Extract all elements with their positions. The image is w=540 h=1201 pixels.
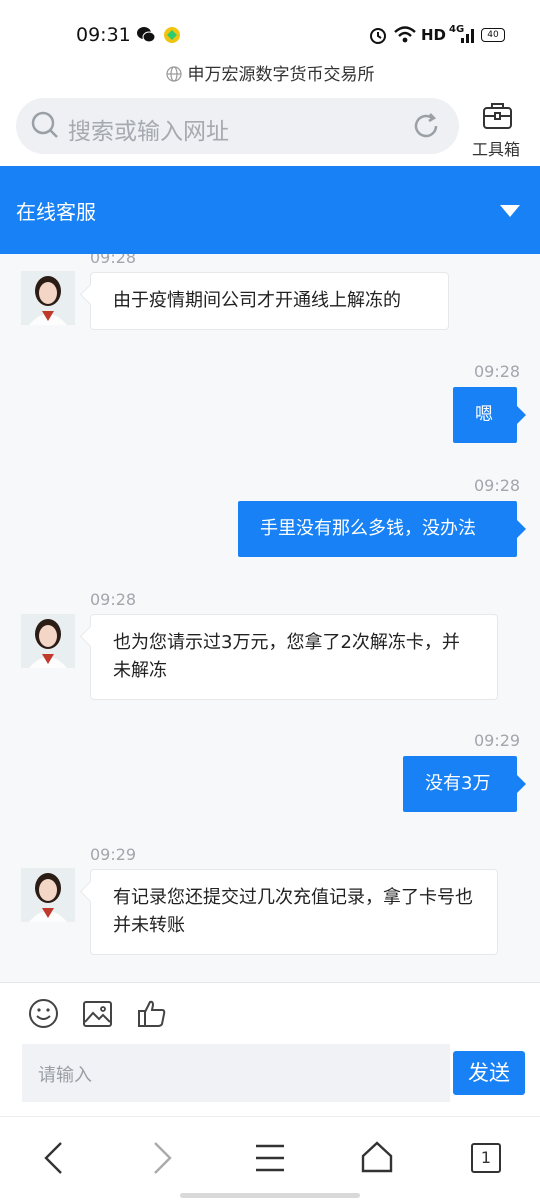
site-title: 申万宏源数字货币交易所 [0,62,540,88]
agent-avatar-icon [21,868,75,922]
agent-avatar-icon [21,614,75,668]
message-text: 嗯 [475,404,493,425]
refresh-icon[interactable] [410,110,442,142]
network-label: HD [421,26,447,44]
chat-area[interactable]: 09:28 由于疫情期间公司才开通线上解冻的 09:28 嗯 09:28 手里没… [0,254,540,982]
message-bubble-incoming: 由于疫情期间公司才开通线上解冻的 [90,272,449,330]
message-bubble-incoming: 有记录您还提交过几次充值记录，拿了卡号也并未转账 [90,869,498,955]
alarm-icon [370,28,386,44]
search-placeholder: 搜索或输入网址 [68,119,229,145]
toolbox-label[interactable]: 工具箱 [472,136,520,160]
emoji-icon[interactable] [28,998,59,1029]
agent-avatar [21,614,75,668]
thumbs-up-icon[interactable] [136,998,167,1029]
toolbox-icon[interactable] [481,99,514,132]
message-bubble-incoming: 也为您请示过3万元，您拿了2次解冻卡，并未解冻 [90,614,498,700]
wechat-icon [137,27,156,43]
battery-level: 40 [487,30,499,40]
tabs-button[interactable]: 1 [471,1143,501,1173]
message-text: 也为您请示过3万元，您拿了2次解冻卡，并未解冻 [113,632,460,681]
message-time: 09:28 [474,362,521,381]
message-bubble-outgoing: 没有3万 [403,756,526,812]
send-button[interactable]: 发送 [453,1051,525,1095]
wifi-icon [394,26,416,43]
message-text: 有记录您还提交过几次充值记录，拿了卡号也并未转账 [113,887,473,936]
message-bubble-outgoing: 手里没有那么多钱，没办法 [238,501,526,557]
collapse-arrow-icon[interactable] [499,204,521,218]
home-indicator [180,1193,360,1198]
menu-icon[interactable] [254,1142,286,1174]
message-time: 09:28 [474,476,521,495]
app-badge-icon [164,27,180,43]
globe-icon [165,66,182,82]
image-icon[interactable] [82,1000,113,1028]
signal-icon [461,29,474,43]
agent-avatar [21,271,75,325]
back-icon[interactable] [42,1141,66,1175]
home-icon[interactable] [360,1140,394,1174]
status-time: 09:31 [76,24,131,46]
message-time: 09:28 [90,590,137,609]
message-input-placeholder: 请输入 [38,1065,92,1086]
forward-icon[interactable] [150,1141,174,1175]
message-time: 09:29 [90,845,137,864]
chat-title: 在线客服 [16,200,96,224]
agent-avatar [21,868,75,922]
message-time: 09:28 [90,254,137,267]
message-time: 09:29 [474,731,521,750]
battery-icon: 40 [481,28,505,42]
message-text: 由于疫情期间公司才开通线上解冻的 [113,290,401,311]
message-text: 没有3万 [425,773,491,794]
agent-avatar-icon [21,271,75,325]
message-text: 手里没有那么多钱，没办法 [260,518,476,539]
site-title-text: 申万宏源数字货币交易所 [187,65,375,85]
search-icon [31,111,58,138]
message-bubble-outgoing: 嗯 [453,387,526,443]
tab-count: 1 [480,1148,492,1167]
